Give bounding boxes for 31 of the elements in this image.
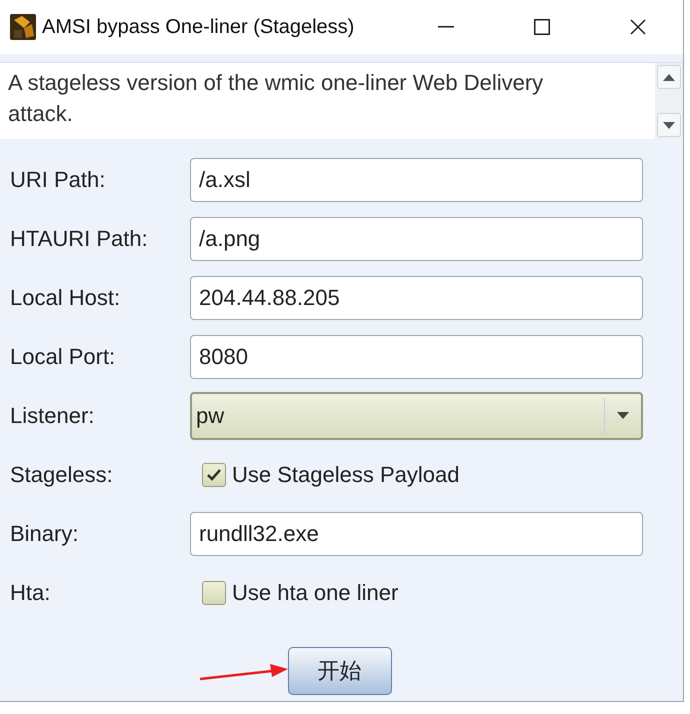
field-label: Listener: (10, 402, 96, 428)
field-label: HTAURI Path: (10, 226, 149, 252)
listener-dropdown[interactable]: pw (190, 392, 643, 440)
field-label: Hta: (10, 580, 52, 606)
field-label: Stageless: (10, 462, 114, 488)
maximize-icon (534, 19, 550, 35)
minimize-icon (438, 26, 454, 28)
text-field[interactable]: /a.xsl (190, 158, 643, 202)
checkbox[interactable] (202, 580, 226, 604)
up-arrow-icon (663, 74, 675, 80)
down-arrow-icon (663, 122, 675, 128)
description-text: A stageless version of the wmic one-liner Web Delivery attack. (7, 69, 544, 128)
scroll-down-button[interactable] (657, 113, 681, 137)
field-label: Local Host: (10, 284, 122, 310)
checkmark-icon (206, 468, 222, 482)
text-field[interactable]: 8080 (190, 334, 643, 378)
field-label: URI Path: (10, 166, 106, 192)
field-label: Binary: (10, 520, 80, 546)
scroll-up-button[interactable] (657, 65, 681, 89)
caret-icon (617, 412, 629, 419)
checkbox-label[interactable]: Use hta one liner (232, 580, 398, 606)
window-title: AMSI bypass One-liner (Stageless) (42, 16, 356, 38)
text-field[interactable]: rundll32.exe (190, 512, 643, 556)
checkbox-label[interactable]: Use Stageless Payload (232, 462, 460, 488)
start-button[interactable]: 开始 (288, 647, 392, 695)
app-icon (10, 14, 36, 40)
text-field[interactable]: 204.44.88.205 (190, 276, 643, 320)
checkbox[interactable] (202, 462, 226, 486)
close-icon (630, 19, 646, 35)
text-field[interactable]: /a.png (190, 216, 643, 260)
field-label: Local Port: (10, 344, 116, 370)
